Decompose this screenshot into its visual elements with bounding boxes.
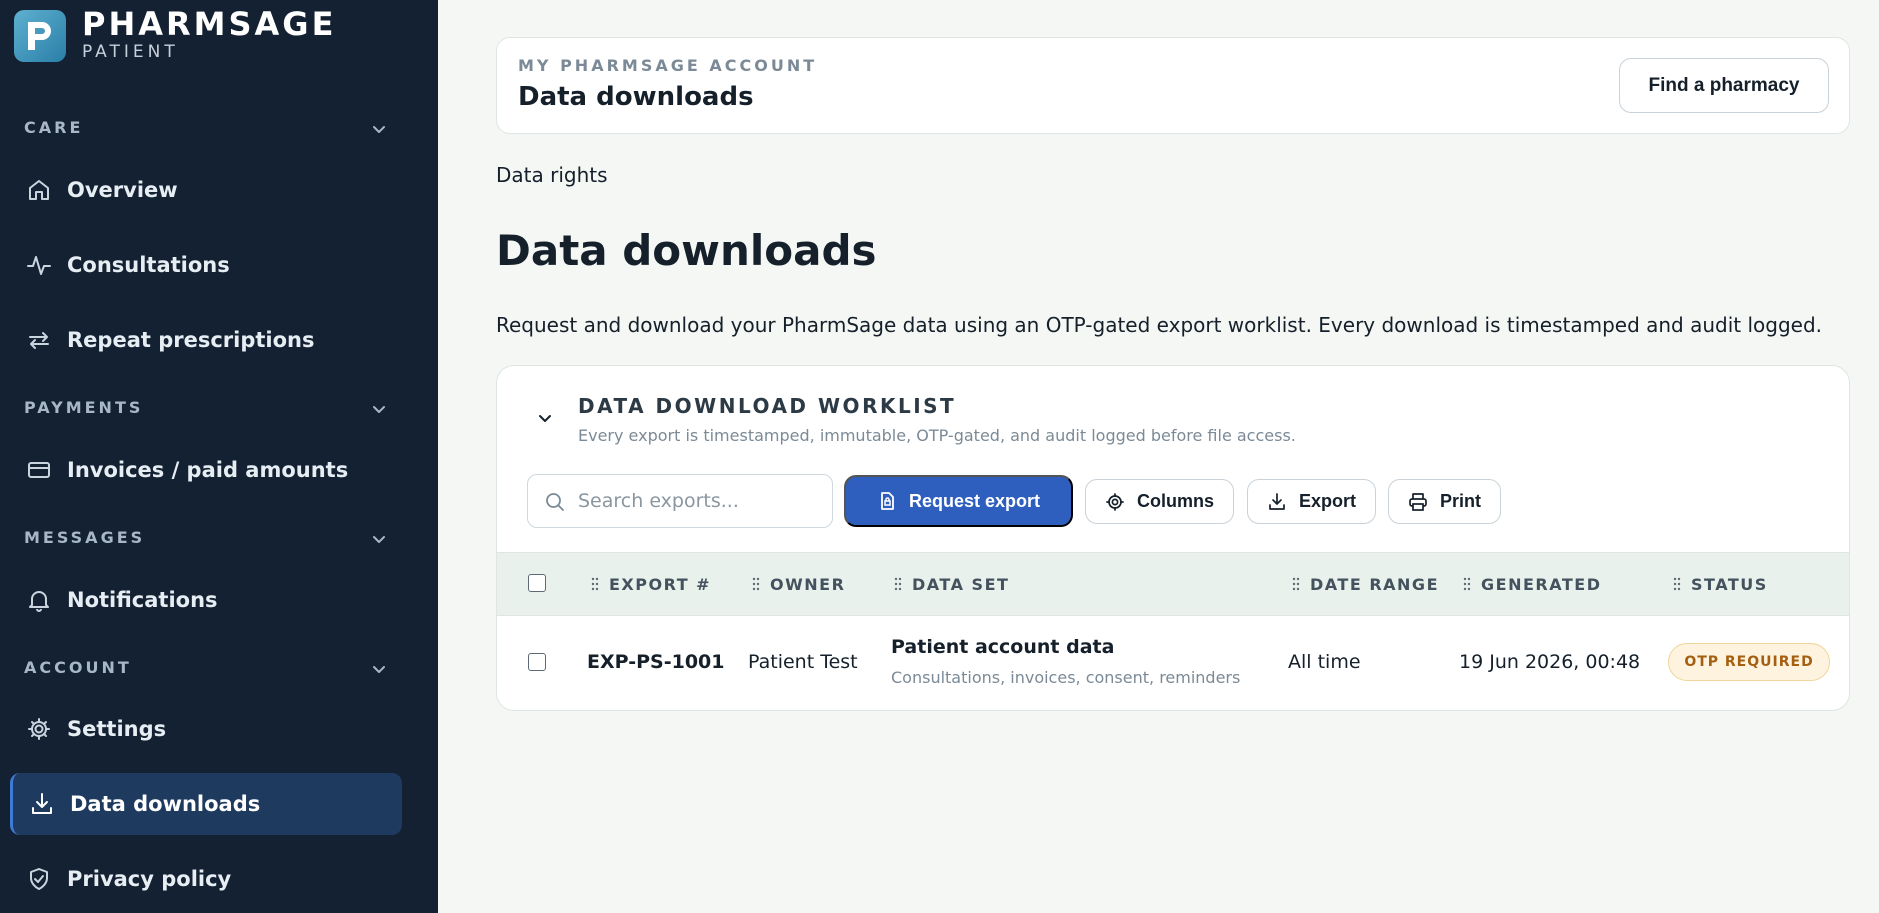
print-button[interactable]: Print xyxy=(1388,479,1501,524)
bell-icon xyxy=(29,591,49,612)
sidebar-item-notifications[interactable]: Notifications xyxy=(10,569,402,631)
breadcrumb[interactable]: Data rights xyxy=(496,163,608,187)
table-header: EXPORT # OWNER DATA SET DATE RANGE GENER… xyxy=(497,552,1849,616)
credit-card-icon xyxy=(28,462,50,478)
generated-cell: 19 Jun 2026, 00:48 xyxy=(1459,651,1641,673)
gear-icon xyxy=(28,718,50,740)
search-box[interactable] xyxy=(527,474,833,528)
columns-button[interactable]: Columns xyxy=(1085,479,1234,524)
column-label: OWNER xyxy=(770,575,846,594)
brand-name: PHARMSAGE xyxy=(82,5,337,43)
sidebar-item-label: Settings xyxy=(67,717,167,741)
nav-section-label: MESSAGES xyxy=(24,528,146,547)
nav-section-payments[interactable]: PAYMENTS xyxy=(24,398,388,422)
data-set-cell: Patient account data xyxy=(891,636,1115,658)
request-export-label: Request export xyxy=(908,490,1041,511)
status-badge[interactable]: OTP REQUIRED xyxy=(1668,643,1830,681)
nav-section-care[interactable]: CARE xyxy=(24,118,388,142)
chevron-down-icon xyxy=(373,536,385,543)
drag-handle-icon[interactable] xyxy=(1292,577,1300,591)
page-description: Request and download your PharmSage data… xyxy=(496,313,1823,337)
printer-icon xyxy=(1409,492,1427,511)
sidebar-item-overview[interactable]: Overview xyxy=(10,159,402,221)
search-icon xyxy=(546,493,564,511)
data-set-detail: Consultations, invoices, consent, remind… xyxy=(891,668,1241,687)
print-label: Print xyxy=(1439,491,1481,511)
column-label: DATE RANGE xyxy=(1310,575,1439,594)
sidebar-item-label: Privacy policy xyxy=(67,867,232,891)
table-row[interactable]: EXP-PS-1001 Patient Test Patient account… xyxy=(497,616,1849,710)
search-input[interactable] xyxy=(578,485,818,517)
page-title: Data downloads xyxy=(496,226,877,275)
select-all-checkbox[interactable] xyxy=(528,574,546,592)
drag-handle-icon[interactable] xyxy=(1673,577,1681,591)
column-label: DATA SET xyxy=(912,575,1010,594)
header-title: Data downloads xyxy=(518,82,754,112)
find-pharmacy-button[interactable]: Find a pharmacy xyxy=(1619,58,1829,113)
account-header: MY PHARMSAGE ACCOUNT Data downloads Find… xyxy=(496,37,1850,134)
export-number[interactable]: EXP-PS-1001 xyxy=(587,651,724,673)
logo-icon xyxy=(14,10,66,62)
worklist-title: DATA DOWNLOAD WORKLIST xyxy=(578,394,957,418)
drag-handle-icon[interactable] xyxy=(894,577,902,591)
column-label: EXPORT # xyxy=(609,575,712,594)
brand[interactable]: PHARMSAGE PATIENT xyxy=(14,6,434,66)
gear-icon xyxy=(1106,492,1124,511)
chevron-down-icon xyxy=(373,666,385,673)
sidebar-item-data-downloads[interactable]: Data downloads xyxy=(10,773,402,835)
column-header-data-set[interactable]: DATA SET xyxy=(894,575,1009,594)
column-header-date-range[interactable]: DATE RANGE xyxy=(1292,575,1439,594)
column-label: STATUS xyxy=(1691,575,1768,594)
export-button[interactable]: Export xyxy=(1247,479,1376,524)
column-header-owner[interactable]: OWNER xyxy=(752,575,845,594)
column-header-generated[interactable]: GENERATED xyxy=(1463,575,1601,594)
chevron-down-icon xyxy=(373,126,385,133)
drag-handle-icon[interactable] xyxy=(1463,577,1471,591)
nav-section-label: PAYMENTS xyxy=(24,398,144,417)
request-export-button[interactable]: Request export xyxy=(844,475,1073,527)
sidebar-item-label: Invoices / paid amounts xyxy=(67,458,349,482)
worklist-subtitle: Every export is timestamped, immutable, … xyxy=(578,426,1296,445)
activity-icon xyxy=(27,256,51,275)
nav-section-label: CARE xyxy=(24,118,84,137)
sidebar-item-consultations[interactable]: Consultations xyxy=(10,234,402,296)
home-icon xyxy=(29,180,49,200)
brand-subtitle: PATIENT xyxy=(82,42,179,62)
drag-handle-icon[interactable] xyxy=(752,577,760,591)
repeat-icon xyxy=(29,332,49,349)
sidebar-item-label: Repeat prescriptions xyxy=(67,328,315,352)
columns-label: Columns xyxy=(1136,491,1214,511)
header-overline: MY PHARMSAGE ACCOUNT xyxy=(518,56,818,75)
nav-section-account[interactable]: ACCOUNT xyxy=(24,658,388,682)
drag-handle-icon[interactable] xyxy=(591,577,599,591)
sidebar-item-invoices[interactable]: Invoices / paid amounts xyxy=(10,439,402,501)
column-label: GENERATED xyxy=(1481,575,1602,594)
shield-check-icon xyxy=(30,868,48,890)
sidebar: PHARMSAGE PATIENT CARE Overview Consulta… xyxy=(0,0,438,913)
nav-section-messages[interactable]: MESSAGES xyxy=(24,528,388,552)
sidebar-item-label: Notifications xyxy=(67,588,218,612)
sidebar-item-repeat-prescriptions[interactable]: Repeat prescriptions xyxy=(10,309,402,371)
download-icon xyxy=(1269,492,1285,510)
owner-cell: Patient Test xyxy=(748,651,858,673)
sidebar-item-label: Consultations xyxy=(67,253,230,277)
column-header-export-no[interactable]: EXPORT # xyxy=(591,575,711,594)
date-range-cell: All time xyxy=(1288,651,1361,673)
sidebar-item-label: Data downloads xyxy=(70,792,261,816)
sidebar-item-settings[interactable]: Settings xyxy=(10,698,402,760)
sidebar-item-label: Overview xyxy=(67,178,178,202)
data-download-worklist: DATA DOWNLOAD WORKLIST Every export is t… xyxy=(496,365,1850,711)
export-label: Export xyxy=(1298,491,1356,511)
nav-section-label: ACCOUNT xyxy=(24,658,132,677)
row-checkbox[interactable] xyxy=(528,653,546,671)
chevron-down-icon xyxy=(373,406,385,413)
sidebar-item-privacy-policy[interactable]: Privacy policy xyxy=(10,848,402,910)
file-lock-icon xyxy=(881,492,894,510)
chevron-down-icon[interactable] xyxy=(535,408,555,428)
download-icon xyxy=(32,793,52,814)
column-header-status[interactable]: STATUS xyxy=(1673,575,1768,594)
